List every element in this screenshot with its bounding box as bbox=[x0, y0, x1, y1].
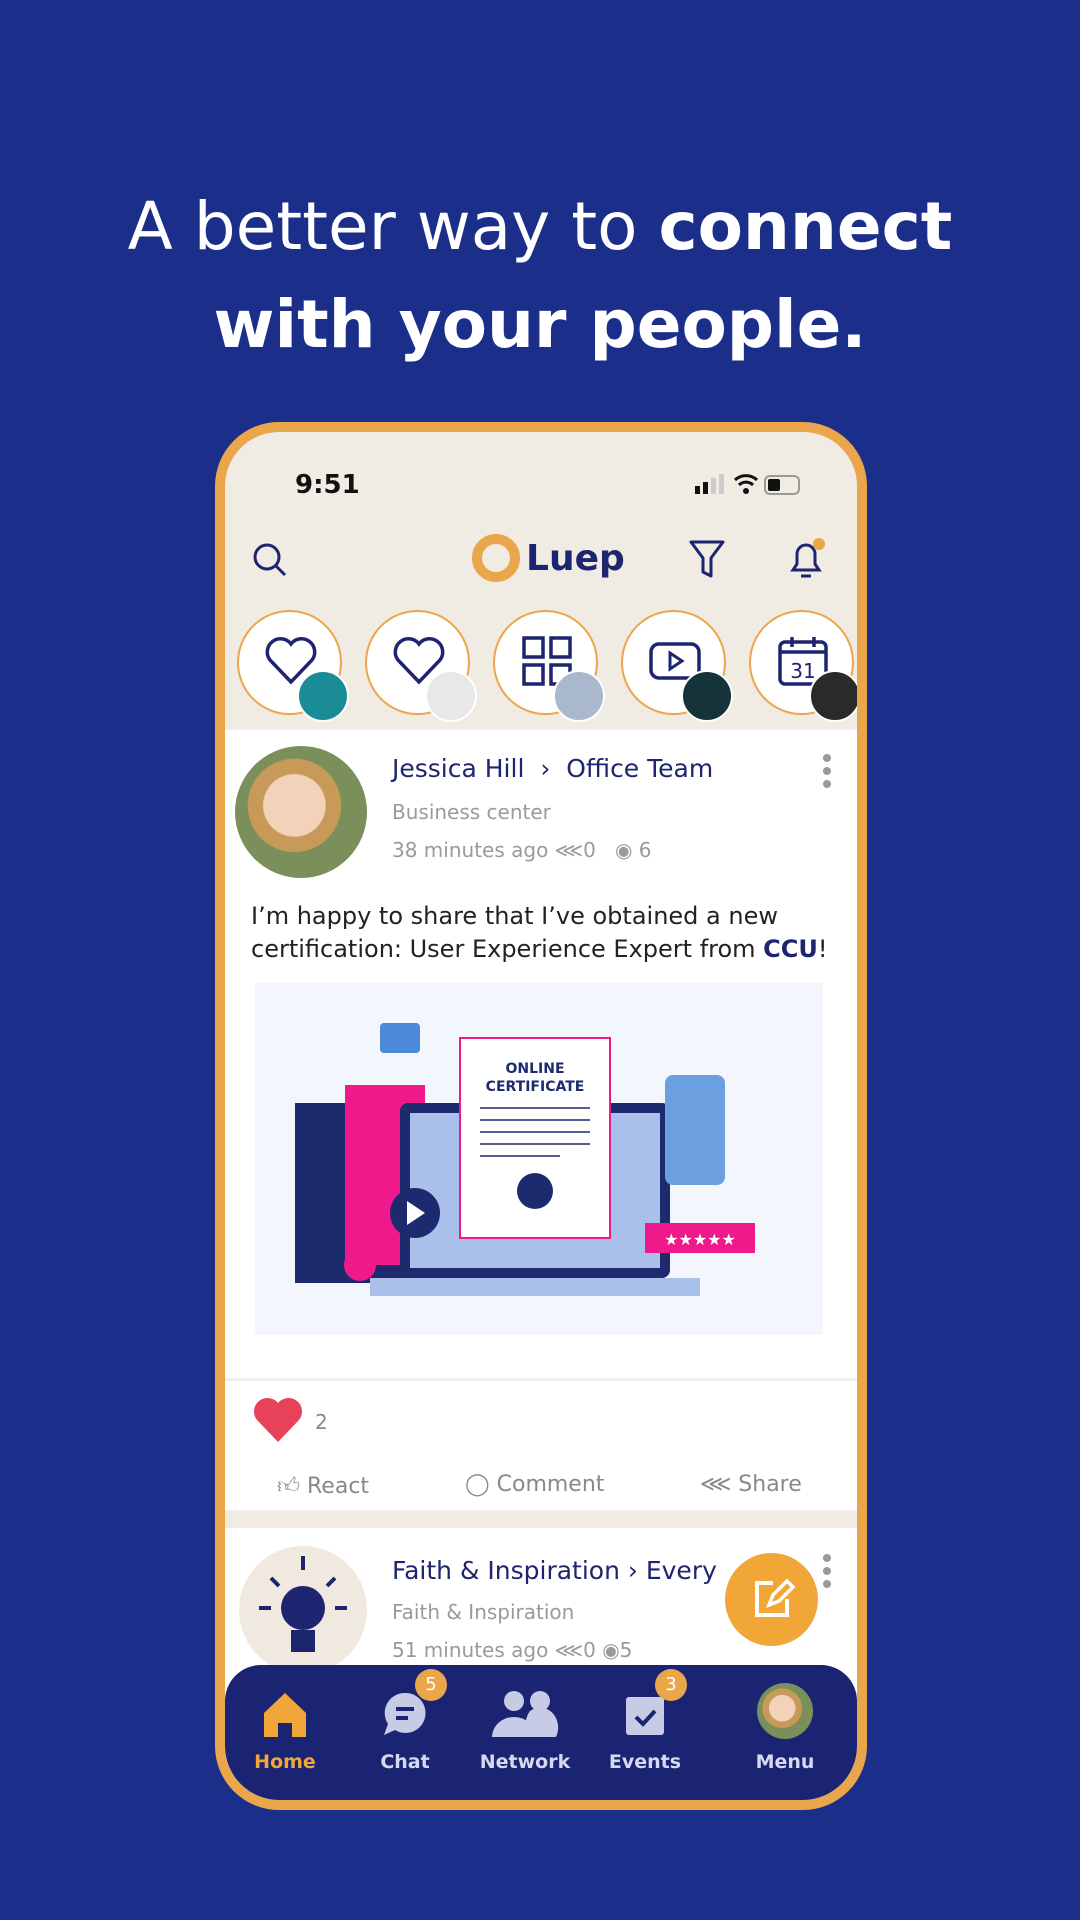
home-icon bbox=[264, 1693, 306, 1737]
headline-regular: A better way to bbox=[127, 188, 659, 265]
group-avatar bbox=[297, 670, 349, 722]
comment-icon: ◯ bbox=[465, 1472, 490, 1497]
group-avatar bbox=[809, 670, 857, 722]
certificate-image: ONLINE CERTIFICATE ★★★★★ bbox=[255, 983, 823, 1335]
status-icons bbox=[695, 474, 800, 495]
views-icon: ◉ bbox=[602, 1638, 620, 1662]
highlight-ccu: CCU bbox=[763, 935, 818, 963]
comment-button[interactable]: ◯ Comment bbox=[465, 1472, 604, 1497]
react-button[interactable]: 👍︎ React bbox=[277, 1472, 369, 1499]
more-options-icon[interactable] bbox=[823, 754, 831, 788]
author-name[interactable]: Jessica Hill bbox=[392, 754, 524, 783]
nav-menu[interactable]: Menu bbox=[725, 1665, 845, 1773]
heart-reaction-icon[interactable] bbox=[253, 1396, 303, 1444]
bell-icon[interactable] bbox=[785, 536, 829, 582]
profile-avatar bbox=[757, 1683, 813, 1739]
author-avatar[interactable] bbox=[239, 1546, 367, 1674]
post-location: Business center bbox=[392, 800, 551, 824]
author-avatar[interactable] bbox=[235, 746, 367, 878]
svg-text:31: 31 bbox=[790, 659, 815, 683]
nav-chat[interactable]: 5 Chat bbox=[345, 1665, 465, 1773]
filter-icon[interactable] bbox=[687, 538, 727, 582]
post-text: I’m happy to share that I’ve obtained a … bbox=[251, 902, 828, 963]
group-avatar bbox=[681, 670, 733, 722]
nav-network[interactable]: Network bbox=[465, 1665, 585, 1773]
share-button[interactable]: ⋘ Share bbox=[700, 1472, 802, 1497]
status-time: 9:51 bbox=[295, 470, 360, 500]
logo-text: Luep bbox=[526, 537, 625, 579]
share-icon: ⋘ bbox=[700, 1472, 732, 1497]
group-avatar bbox=[553, 670, 605, 722]
author-name[interactable]: Faith & Inspiration bbox=[392, 1556, 620, 1585]
share-count-icon: ⋘ bbox=[554, 1638, 584, 1662]
lightbulb-icon bbox=[259, 1556, 347, 1652]
compose-button[interactable] bbox=[725, 1553, 818, 1646]
phone-frame: 9:51 Luep 31 Jessica Hill › Office Team … bbox=[215, 422, 867, 1810]
chat-badge: 5 bbox=[415, 1669, 447, 1701]
events-badge: 3 bbox=[655, 1669, 687, 1701]
headline: A better way to connect with your people… bbox=[0, 178, 1080, 374]
svg-text:CERTIFICATE: CERTIFICATE bbox=[486, 1079, 585, 1095]
post-location: Faith & Inspiration bbox=[392, 1600, 575, 1624]
group-name[interactable]: Office Team bbox=[566, 754, 713, 783]
svg-text:★★★★★: ★★★★★ bbox=[664, 1230, 736, 1249]
headline-bold: connect bbox=[658, 188, 953, 265]
logo: Luep bbox=[470, 532, 625, 584]
headline-line2: with your people. bbox=[213, 286, 867, 363]
reaction-count: 2 bbox=[315, 1410, 328, 1434]
edit-icon bbox=[755, 1578, 796, 1617]
share-count-icon: ⋘ bbox=[554, 838, 584, 862]
post-card: Jessica Hill › Office Team Business cent… bbox=[225, 730, 857, 1510]
post-header: Jessica Hill › Office Team bbox=[392, 754, 714, 783]
bottom-nav: Home 5 Chat Network 3 Events Menu bbox=[225, 1665, 857, 1800]
svg-text:ONLINE: ONLINE bbox=[505, 1061, 564, 1077]
more-options-icon[interactable] bbox=[823, 1554, 831, 1588]
post-meta: 51 minutes ago ⋘0 ◉5 bbox=[392, 1638, 633, 1662]
thumbs-up-icon: 👍︎ bbox=[277, 1474, 300, 1499]
post-meta: 38 minutes ago ⋘0 ◉ 6 bbox=[392, 838, 652, 862]
group-avatar bbox=[425, 670, 477, 722]
views-icon: ◉ bbox=[614, 838, 633, 862]
group-name[interactable]: Every bbox=[646, 1556, 717, 1585]
nav-events[interactable]: 3 Events bbox=[585, 1665, 705, 1773]
post-header: Faith & Inspiration › Every bbox=[392, 1556, 717, 1585]
nav-home[interactable]: Home bbox=[225, 1665, 345, 1773]
network-icon bbox=[492, 1691, 559, 1737]
search-icon[interactable] bbox=[250, 540, 290, 580]
